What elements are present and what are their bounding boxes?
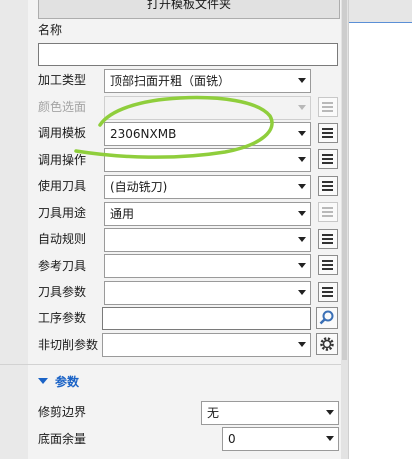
scrollbar-thumb[interactable] [342, 0, 347, 360]
auto-rule-select[interactable] [104, 228, 311, 252]
tool-list-button[interactable] [318, 176, 338, 196]
dropdown-arrow-icon [326, 436, 334, 441]
tool-usage-select[interactable]: 通用 [104, 202, 311, 226]
section-divider [0, 364, 341, 365]
tool-select[interactable]: (自动铣刀) [104, 175, 311, 199]
tool-params-label: 刀具参数 [38, 285, 87, 299]
dropdown-arrow-icon [298, 78, 306, 83]
collapse-arrow-icon[interactable] [38, 378, 48, 384]
dropdown-arrow-icon [298, 105, 306, 110]
name-label: 名称 [38, 23, 63, 37]
operation-panel: 打开模板文件夹 名称 加工类型 顶部扫面开粗（面铣） 颜色选面 调用模板 230… [0, 0, 348, 459]
operation-list-button[interactable] [318, 149, 338, 169]
color-face-select[interactable] [104, 96, 311, 120]
operation-label: 调用操作 [38, 153, 87, 167]
trim-boundary-select[interactable]: 无 [201, 401, 339, 425]
name-input[interactable] [38, 43, 338, 66]
machining-type-value: 顶部扫面开粗（面铣） [110, 74, 231, 88]
floor-stock-select[interactable]: 0 [222, 427, 339, 451]
floor-stock-label: 底面余量 [38, 432, 87, 446]
auto-rule-label: 自动规则 [38, 232, 87, 246]
template-label: 调用模板 [38, 126, 87, 140]
reference-tool-select[interactable] [104, 254, 311, 278]
open-template-folder-button[interactable]: 打开模板文件夹 [38, 0, 340, 19]
process-params-label: 工序参数 [38, 311, 87, 325]
tool-usage-value: 通用 [110, 207, 135, 221]
left-gutter [0, 0, 28, 459]
operation-select[interactable] [104, 148, 311, 172]
tool-params-list-button[interactable] [318, 282, 338, 302]
tool-params-select[interactable] [104, 281, 311, 305]
tool-usage-label: 刀具用途 [38, 206, 87, 220]
template-list-button[interactable] [318, 123, 338, 143]
dropdown-arrow-icon [298, 342, 306, 347]
dropdown-arrow-icon [298, 237, 306, 242]
dropdown-arrow-icon [298, 211, 306, 216]
dropdown-arrow-icon [326, 410, 334, 415]
viewport-tab-bar [349, 0, 412, 23]
dropdown-arrow-icon [298, 263, 306, 268]
color-face-label: 颜色选面 [38, 100, 87, 114]
template-value: 2306NXMB [110, 127, 177, 141]
machining-type-label: 加工类型 [38, 73, 87, 87]
process-params-search-button[interactable] [316, 307, 338, 329]
process-params-input[interactable] [102, 307, 311, 330]
reference-tool-list-button[interactable] [318, 255, 338, 275]
dropdown-arrow-icon [298, 184, 306, 189]
dropdown-arrow-icon [298, 290, 306, 295]
floor-stock-value: 0 [228, 432, 236, 446]
non-cutting-params-label: 非切削参数 [38, 338, 99, 352]
tool-value: (自动铣刀) [110, 180, 168, 194]
gear-icon [320, 337, 334, 351]
tool-label: 使用刀具 [38, 179, 87, 193]
dropdown-arrow-icon [298, 131, 306, 136]
non-cutting-params-select[interactable] [102, 333, 311, 357]
auto-rule-list-button[interactable] [318, 229, 338, 249]
viewport-area [348, 0, 412, 459]
tool-usage-list-button[interactable] [318, 202, 338, 222]
trim-boundary-label: 修剪边界 [38, 405, 87, 419]
trim-boundary-value: 无 [207, 406, 220, 420]
reference-tool-label: 参考刀具 [38, 259, 87, 273]
color-face-list-button[interactable] [318, 97, 338, 117]
template-select[interactable]: 2306NXMB [104, 122, 311, 146]
dropdown-arrow-icon [298, 157, 306, 162]
params-section-header[interactable]: 参数 [55, 372, 79, 392]
machining-type-select[interactable]: 顶部扫面开粗（面铣） [104, 69, 311, 93]
non-cutting-params-settings-button[interactable] [316, 333, 338, 355]
search-icon [319, 310, 334, 325]
